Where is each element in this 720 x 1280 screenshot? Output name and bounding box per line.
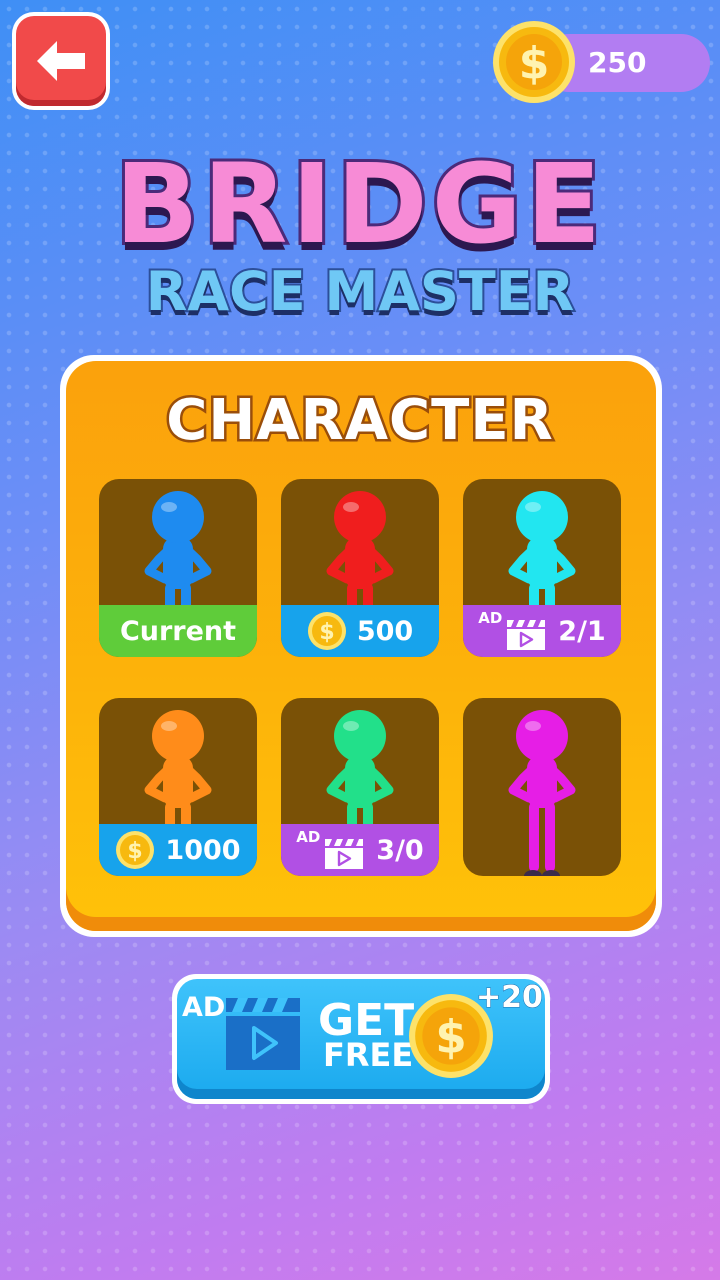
ad-label: AD (296, 828, 321, 846)
footer-text: 500 (356, 615, 414, 647)
footer-text: Current (119, 615, 237, 647)
character-figure (508, 710, 576, 876)
back-button[interactable] (16, 16, 106, 106)
ad-tag: AD (478, 609, 550, 653)
ad-label: AD (478, 609, 503, 627)
logo-subtitle: RACE MASTER (144, 258, 576, 325)
svg-text:$: $ (128, 839, 143, 864)
character-card[interactable]: Current (99, 479, 257, 657)
video-ad-icon (226, 998, 300, 1070)
coin-icon: $ (493, 21, 575, 103)
svg-text:$: $ (435, 1010, 466, 1063)
ad-tag: AD (296, 828, 368, 872)
current-label: Current (99, 605, 257, 657)
character-card[interactable]: $500 (281, 479, 439, 657)
character-card[interactable]: $1000 (99, 698, 257, 876)
character-card[interactable] (463, 698, 621, 876)
coin-icon: $ (307, 612, 346, 650)
character-card[interactable]: AD 3/0 (281, 698, 439, 876)
bonus-amount: +20 (476, 980, 544, 1016)
coin-icon: $ (116, 831, 155, 869)
footer-text: 1000 (165, 834, 241, 866)
ad-unlock-tag: AD 2/1 (463, 605, 621, 657)
svg-text:$: $ (519, 38, 550, 89)
logo-title: BRIDGE (112, 137, 606, 271)
svg-text:$: $ (319, 620, 334, 645)
ad-unlock-tag: AD 3/0 (281, 824, 439, 876)
arrow-left-icon (37, 41, 85, 81)
character-card[interactable]: AD 2/1 (463, 479, 621, 657)
ad-label: AD (182, 992, 226, 1023)
free-label: FREE (323, 1036, 414, 1074)
panel-title: CHARACTER (164, 386, 555, 456)
video-ad-icon (325, 839, 364, 869)
price-tag: $1000 (99, 824, 257, 876)
video-ad-icon (507, 620, 546, 650)
footer-text: 2/1 (558, 615, 606, 647)
coin-count: 250 (588, 46, 647, 79)
footer-text: 3/0 (376, 834, 424, 866)
price-tag: $500 (281, 605, 439, 657)
game-logo: BRIDGE RACE MASTER (80, 120, 640, 340)
